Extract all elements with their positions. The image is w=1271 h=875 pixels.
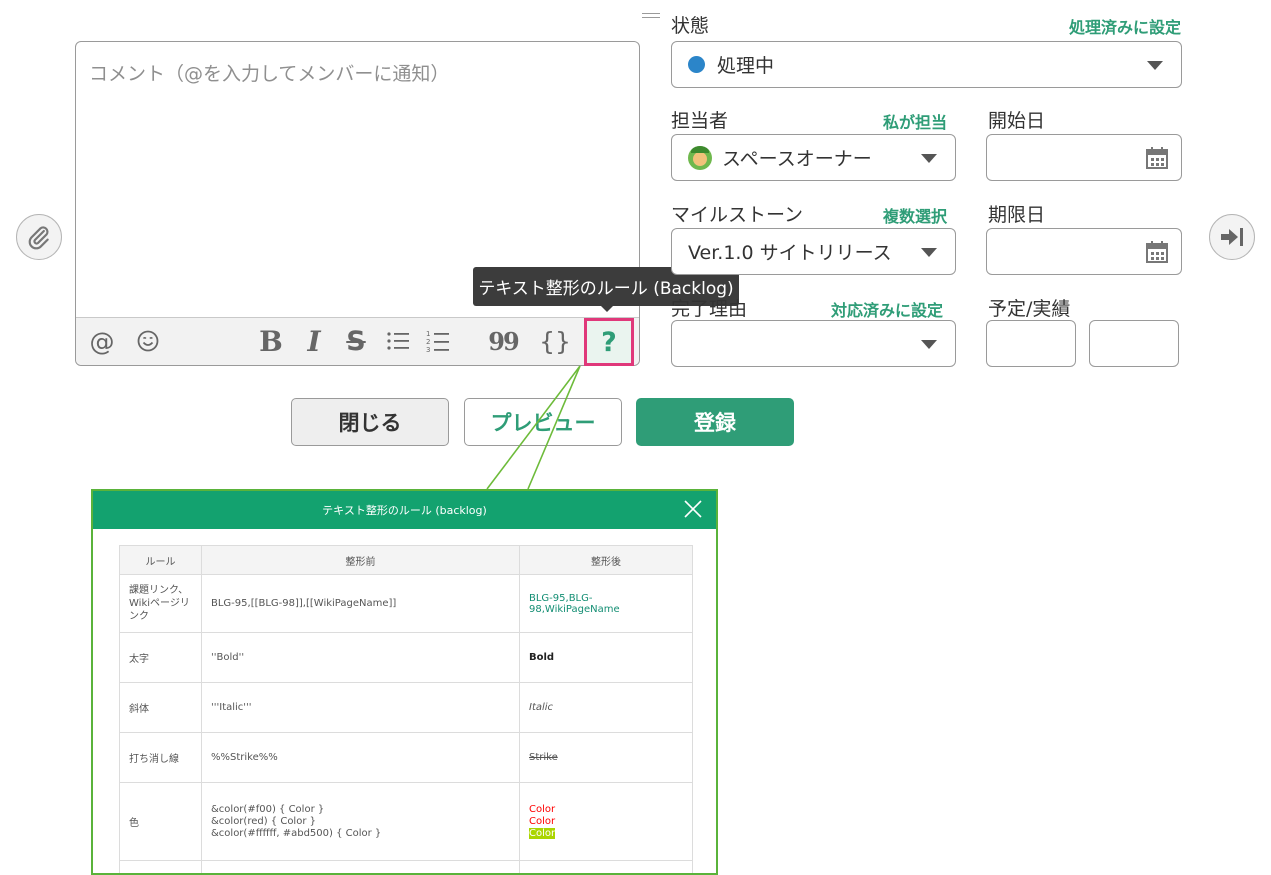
milestone-select[interactable]: Ver.1.0 サイトリリース [671, 228, 956, 275]
status-select[interactable]: 処理中 [671, 41, 1182, 88]
numbered-list-icon: 1 2 3 [426, 330, 449, 353]
after-cell: Strike [519, 732, 693, 783]
table-row: 色 &color(#f00) { Color } &color(red) { C… [119, 782, 693, 861]
rule-cell: 斜体 [119, 682, 202, 733]
table-row [119, 860, 693, 873]
table-row: 斜体 '''Italic''' Italic [119, 682, 693, 733]
after-cell: Italic [519, 682, 693, 733]
after-cell: Color Color Color [519, 782, 693, 861]
actual-hours-field[interactable] [1089, 320, 1179, 367]
start-date-label: 開始日 [988, 110, 1046, 132]
formatting-help-button[interactable]: ? [584, 318, 634, 366]
set-resolved-link[interactable]: 処理済みに設定 [1069, 14, 1181, 38]
assignee-label: 担当者 [671, 110, 729, 132]
chevron-down-icon [1147, 60, 1163, 70]
before-cell: '''Italic''' [201, 682, 520, 733]
emoji-button[interactable] [132, 322, 164, 360]
calendar-icon [1146, 241, 1168, 263]
strikethrough-button[interactable]: S [340, 322, 372, 360]
calendar-icon [1146, 147, 1168, 169]
code-button[interactable]: {} [538, 322, 572, 360]
plan-actual-label: 予定/実績 [988, 298, 1071, 320]
status-dot [688, 56, 705, 73]
resolution-label: 完了理由 [671, 298, 748, 320]
assignee-select[interactable]: スペースオーナー [671, 134, 956, 181]
comment-editor[interactable]: コメント（@を入力してメンバーに通知） @ B I S 1 2 3 99 {} … [75, 41, 640, 366]
rule-cell: 課題リンク、 Wikiページリ ンク [119, 574, 202, 633]
mention-icon: @ [89, 326, 115, 356]
dialog-title: テキスト整形のルール (backlog) [322, 504, 487, 517]
table-header: 整形後 [519, 545, 693, 575]
before-cell: ''Bold'' [201, 632, 520, 683]
bullet-list-icon [387, 332, 409, 350]
strikethrough-icon: S [346, 325, 366, 357]
formatting-toolbar: @ B I S 1 2 3 99 {} ? [76, 317, 639, 366]
svg-text:3: 3 [426, 346, 430, 353]
table-header: 整形前 [201, 545, 520, 575]
before-cell: &color(#f00) { Color } &color(red) { Col… [201, 782, 520, 861]
help-icon: ? [601, 326, 617, 358]
after-cell: Bold [519, 632, 693, 683]
before-cell: %%Strike%% [201, 732, 520, 783]
bold-button[interactable]: B [254, 322, 288, 360]
rules-table: ルール 整形前 整形後 課題リンク、 Wikiページリ ンク BLG-95,[[… [119, 545, 693, 873]
formatting-rules-dialog: テキスト整形のルール (backlog) ルール 整形前 整形後 課題リンク、 … [91, 489, 718, 875]
bullet-list-button[interactable] [382, 322, 414, 360]
table-row: 打ち消し線 %%Strike%% Strike [119, 732, 693, 783]
table-row: 太字 ''Bold'' Bold [119, 632, 693, 683]
before-cell: BLG-95,[[BLG-98]],[[WikiPageName]] [201, 574, 520, 633]
milestone-value: Ver.1.0 サイトリリース [688, 242, 892, 264]
expand-panel-button[interactable] [1209, 214, 1255, 260]
chevron-down-icon [921, 247, 937, 257]
close-icon[interactable] [680, 496, 706, 522]
assign-to-me-link[interactable]: 私が担当 [883, 109, 947, 133]
after-cell: BLG-95,BLG-98,WikiPageName [519, 574, 693, 633]
rule-cell: 打ち消し線 [119, 732, 202, 783]
preview-button[interactable]: プレビュー [464, 398, 622, 446]
chevron-down-icon [921, 339, 937, 349]
resolution-select[interactable] [671, 320, 956, 367]
table-row: 課題リンク、 Wikiページリ ンク BLG-95,[[BLG-98]],[[W… [119, 574, 693, 633]
tooltip-arrow [601, 306, 613, 312]
code-icon: {} [539, 326, 571, 356]
attach-button[interactable] [16, 214, 62, 260]
numbered-list-button[interactable]: 1 2 3 [422, 322, 454, 360]
mention-button[interactable]: @ [86, 322, 118, 360]
italic-icon: I [307, 324, 321, 358]
smiley-icon [137, 330, 159, 352]
quote-button[interactable]: 99 [486, 322, 520, 360]
close-button[interactable]: 閉じる [291, 398, 449, 446]
quote-icon: 99 [488, 326, 519, 356]
assignee-value: スペースオーナー [722, 148, 872, 170]
italic-button[interactable]: I [298, 322, 330, 360]
due-date-field[interactable] [986, 228, 1182, 275]
rule-cell: 太字 [119, 632, 202, 683]
drag-handle-icon[interactable] [642, 13, 660, 19]
status-label: 状態 [671, 15, 710, 37]
start-date-field[interactable] [986, 134, 1182, 181]
comment-placeholder: コメント（@を入力してメンバーに通知） [89, 63, 450, 85]
rule-cell: 色 [119, 782, 202, 861]
table-header: ルール [119, 545, 202, 575]
svg-text:2: 2 [426, 338, 430, 346]
avatar [688, 145, 712, 170]
estimated-hours-field[interactable] [986, 320, 1076, 367]
svg-text:1: 1 [426, 330, 430, 338]
arrow-to-right-icon [1221, 228, 1243, 246]
bold-icon: B [259, 324, 283, 358]
milestone-label: マイルストーン [671, 204, 804, 226]
chevron-down-icon [921, 153, 937, 163]
paperclip-icon [28, 226, 49, 250]
dialog-header: テキスト整形のルール (backlog) [93, 491, 716, 529]
register-button[interactable]: 登録 [636, 398, 794, 446]
due-date-label: 期限日 [988, 204, 1046, 226]
set-fixed-link[interactable]: 対応済みに設定 [831, 297, 943, 321]
multi-select-link[interactable]: 複数選択 [883, 203, 947, 227]
status-value: 処理中 [717, 55, 775, 77]
